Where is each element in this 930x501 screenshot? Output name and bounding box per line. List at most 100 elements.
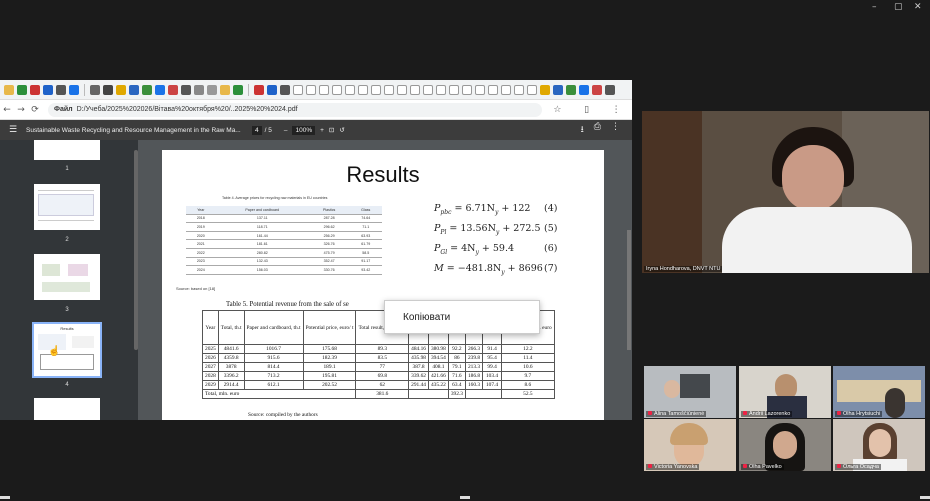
bookmark-icon[interactable] xyxy=(592,84,602,95)
fit-page-icon[interactable]: ⊡ xyxy=(329,126,334,134)
bookmark-icon[interactable] xyxy=(540,84,550,95)
participant-tile[interactable]: Olha Hrytsiuchi xyxy=(833,366,925,418)
thumbnail-page-2[interactable] xyxy=(34,184,100,230)
bookmark-icon[interactable] xyxy=(553,84,563,95)
bookmark-icon[interactable] xyxy=(345,84,355,95)
table5-cell: 435.98 xyxy=(408,353,429,363)
restore-icon[interactable]: ▢ xyxy=(894,2,903,12)
table5-cell: 160.3 xyxy=(464,380,484,390)
table5-header-cell: Year xyxy=(202,310,219,345)
menu-icon[interactable]: ☰ xyxy=(0,125,26,135)
thumbnail-page-5[interactable] xyxy=(34,398,100,420)
bookmark-icon[interactable] xyxy=(423,84,433,95)
table5-cell: 195.81 xyxy=(302,371,357,381)
participant-name: Andrii Lazorenko xyxy=(741,411,793,417)
bookmark-icon[interactable] xyxy=(43,84,53,95)
participant-tile[interactable]: Victoria Yanovska xyxy=(644,419,736,471)
thumbnail-page-4[interactable]: Results ☝ xyxy=(32,322,102,378)
bookmark-icon[interactable] xyxy=(605,84,615,95)
bookmark-icon[interactable] xyxy=(233,84,243,95)
bookmark-icon[interactable] xyxy=(449,84,459,95)
bookmark-icon[interactable] xyxy=(397,84,407,95)
bookmark-icon[interactable] xyxy=(155,84,165,95)
reload-icon[interactable]: ⟳ xyxy=(28,105,42,115)
table4-cell: 93.42 xyxy=(349,265,382,275)
bookmark-icon[interactable] xyxy=(254,84,264,95)
context-menu-copy[interactable]: Копіювати xyxy=(403,312,450,323)
table5-cell: 77 xyxy=(355,362,410,372)
page-input[interactable]: 4 xyxy=(252,125,262,135)
speaker-video-tile[interactable]: Iryna Hondharova, DNVT NTU xyxy=(642,111,929,273)
bookmark-icon[interactable] xyxy=(220,84,230,95)
bookmark-icon[interactable] xyxy=(371,84,381,95)
bookmark-icon[interactable] xyxy=(90,84,100,95)
bookmark-icon[interactable] xyxy=(527,84,537,95)
bookmark-icon[interactable] xyxy=(280,84,290,95)
bookmark-icon[interactable] xyxy=(501,84,511,95)
bookmark-icon[interactable] xyxy=(4,84,14,95)
bookmark-icon[interactable] xyxy=(475,84,485,95)
bookmark-icon[interactable] xyxy=(142,84,152,95)
bookmark-icon[interactable] xyxy=(129,84,139,95)
url-field[interactable]: Файл D:/Учеба/2025%202026/Вітава%20октяб… xyxy=(48,102,542,117)
bookmark-icon[interactable] xyxy=(332,84,342,95)
bookmark-icon[interactable] xyxy=(194,84,204,95)
bookmark-icon[interactable] xyxy=(293,84,303,95)
resize-handle[interactable] xyxy=(460,496,470,499)
pdf-file-name: Sustainable Waste Recycling and Resource… xyxy=(26,126,241,134)
bookmark-icon[interactable] xyxy=(514,84,524,95)
bookmark-icon[interactable] xyxy=(30,84,40,95)
star-icon[interactable]: ☆ xyxy=(553,105,561,115)
print-icon[interactable]: ⎙ xyxy=(594,122,601,138)
table4-cell: 71.1 xyxy=(349,222,382,232)
minimize-icon[interactable]: – xyxy=(872,2,877,12)
participant-tile[interactable]: Andrii Lazorenko xyxy=(739,366,831,418)
bookmark-icon[interactable] xyxy=(103,84,113,95)
table5-cell: 2028 xyxy=(202,371,219,381)
table5-cell: 713.2 xyxy=(243,371,304,381)
download-icon[interactable]: ⭳ xyxy=(581,122,584,138)
zoom-input[interactable]: 100% xyxy=(292,125,316,135)
participant-tile[interactable]: Ольга Осадча xyxy=(833,419,925,471)
thumbnail-page-3[interactable] xyxy=(34,254,100,300)
bookmark-icon[interactable] xyxy=(488,84,498,95)
menu-dots-icon[interactable]: ⋮ xyxy=(612,105,621,115)
bookmark-icon[interactable] xyxy=(168,84,178,95)
bookmark-icon[interactable] xyxy=(267,84,277,95)
table4: Year Paper and cardboard Plastics Glass 201… xyxy=(186,206,382,275)
sidebar-icon[interactable]: ▯ xyxy=(584,105,589,115)
close-icon[interactable]: ✕ xyxy=(914,2,922,12)
table5-cell: 103.4 xyxy=(482,371,503,381)
bookmark-icon[interactable] xyxy=(462,84,472,95)
bookmark-icon[interactable] xyxy=(181,84,191,95)
back-icon[interactable]: ← xyxy=(0,105,14,115)
bookmark-icon[interactable] xyxy=(319,84,329,95)
more-icon[interactable]: ⋮ xyxy=(611,122,620,138)
resize-handle[interactable] xyxy=(0,496,10,499)
table5-cell: 95.4 xyxy=(482,353,503,363)
bookmark-icon[interactable] xyxy=(436,84,446,95)
bookmark-icon[interactable] xyxy=(579,84,589,95)
bookmark-icon[interactable] xyxy=(69,84,79,95)
participant-tile[interactable]: Alina Tamoščiūnienė xyxy=(644,366,736,418)
forward-icon[interactable]: → xyxy=(14,105,28,115)
thumbnail-page-1[interactable] xyxy=(34,140,100,160)
bookmark-icon[interactable] xyxy=(306,84,316,95)
table4-cell: 91.17 xyxy=(349,257,382,267)
rotate-icon[interactable]: ↺ xyxy=(339,126,344,134)
browser-actions: ☆ ▯ ⋮ xyxy=(542,105,632,115)
bookmark-icon[interactable] xyxy=(410,84,420,95)
bookmark-icon[interactable] xyxy=(17,84,27,95)
bookmark-icon[interactable] xyxy=(566,84,576,95)
bookmark-icon[interactable] xyxy=(56,84,66,95)
resize-handle[interactable] xyxy=(920,496,930,499)
bookmark-icon[interactable] xyxy=(358,84,368,95)
bookmark-icon[interactable] xyxy=(207,84,217,95)
viewer-scrollbar[interactable] xyxy=(627,230,631,350)
pdf-viewer: Results Table 4. Average prices for recy… xyxy=(138,140,632,420)
participant-tile[interactable]: Olha Pavelko xyxy=(739,419,831,471)
zoom-in-button[interactable]: + xyxy=(320,127,324,134)
zoom-out-button[interactable]: – xyxy=(284,127,288,134)
bookmark-icon[interactable] xyxy=(116,84,126,95)
bookmark-icon[interactable] xyxy=(384,84,394,95)
